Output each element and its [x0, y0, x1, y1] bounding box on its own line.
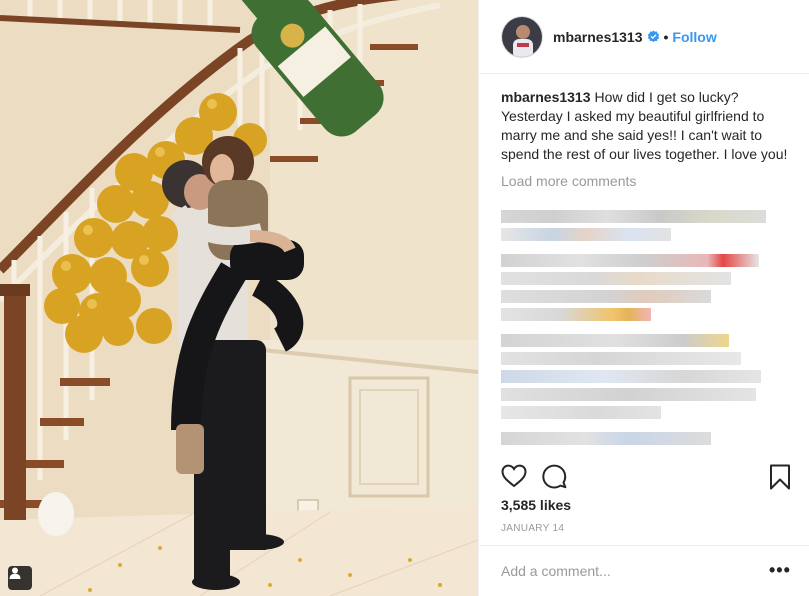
- bookmark-icon[interactable]: [769, 464, 791, 490]
- redacted-comments: [501, 206, 791, 456]
- load-more-comments-button[interactable]: Load more comments: [501, 172, 791, 190]
- verified-badge-icon: [647, 30, 659, 43]
- proposal-photo-illustration: [0, 0, 478, 596]
- add-comment-input[interactable]: [501, 558, 751, 584]
- user-tag-icon: [9, 567, 21, 579]
- comments-section: mbarnes1313 How did I get so lucky? Yeste…: [501, 88, 791, 190]
- post-photo[interactable]: [0, 0, 478, 596]
- heart-icon[interactable]: [501, 464, 527, 488]
- more-options-icon[interactable]: •••: [769, 560, 791, 581]
- header-separator: •: [663, 28, 669, 45]
- user-tag-button[interactable]: [8, 566, 32, 590]
- comment-bar: •••: [479, 545, 809, 596]
- caption-username[interactable]: mbarnes1313: [501, 89, 591, 105]
- header-username[interactable]: mbarnes1313: [553, 29, 643, 45]
- post-header: mbarnes1313 • Follow: [479, 0, 809, 74]
- header-user-line: mbarnes1313 • Follow: [553, 29, 717, 45]
- post-actions: [479, 452, 809, 500]
- avatar[interactable]: [501, 15, 543, 58]
- comment-bubble-icon[interactable]: [542, 464, 567, 489]
- avatar-image: [502, 16, 542, 57]
- post-side-panel: mbarnes1313 • Follow mbarnes1313 How did …: [478, 0, 809, 596]
- likes-count[interactable]: 3,585 likes: [501, 497, 571, 513]
- post-caption: mbarnes1313 How did I get so lucky? Yeste…: [501, 88, 791, 164]
- post-date: January 14: [501, 523, 565, 534]
- follow-button[interactable]: Follow: [672, 29, 716, 45]
